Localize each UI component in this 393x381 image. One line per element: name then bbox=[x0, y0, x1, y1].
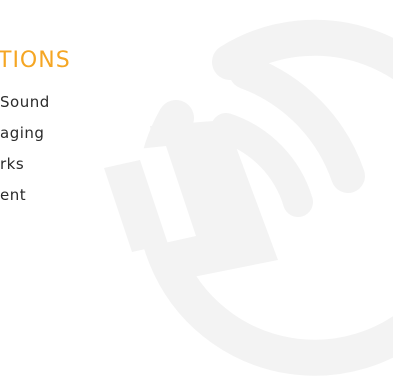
menu-item-aging[interactable]: aging bbox=[0, 121, 50, 152]
solutions-menu: Sound aging rks ent bbox=[0, 90, 50, 214]
menu-item-sound[interactable]: Sound bbox=[0, 90, 50, 121]
menu-item-ent[interactable]: ent bbox=[0, 183, 50, 214]
solutions-menu-panel: TIONS Sound aging rks ent bbox=[0, 0, 393, 381]
section-heading: TIONS bbox=[0, 48, 71, 73]
menu-item-rks[interactable]: rks bbox=[0, 152, 50, 183]
